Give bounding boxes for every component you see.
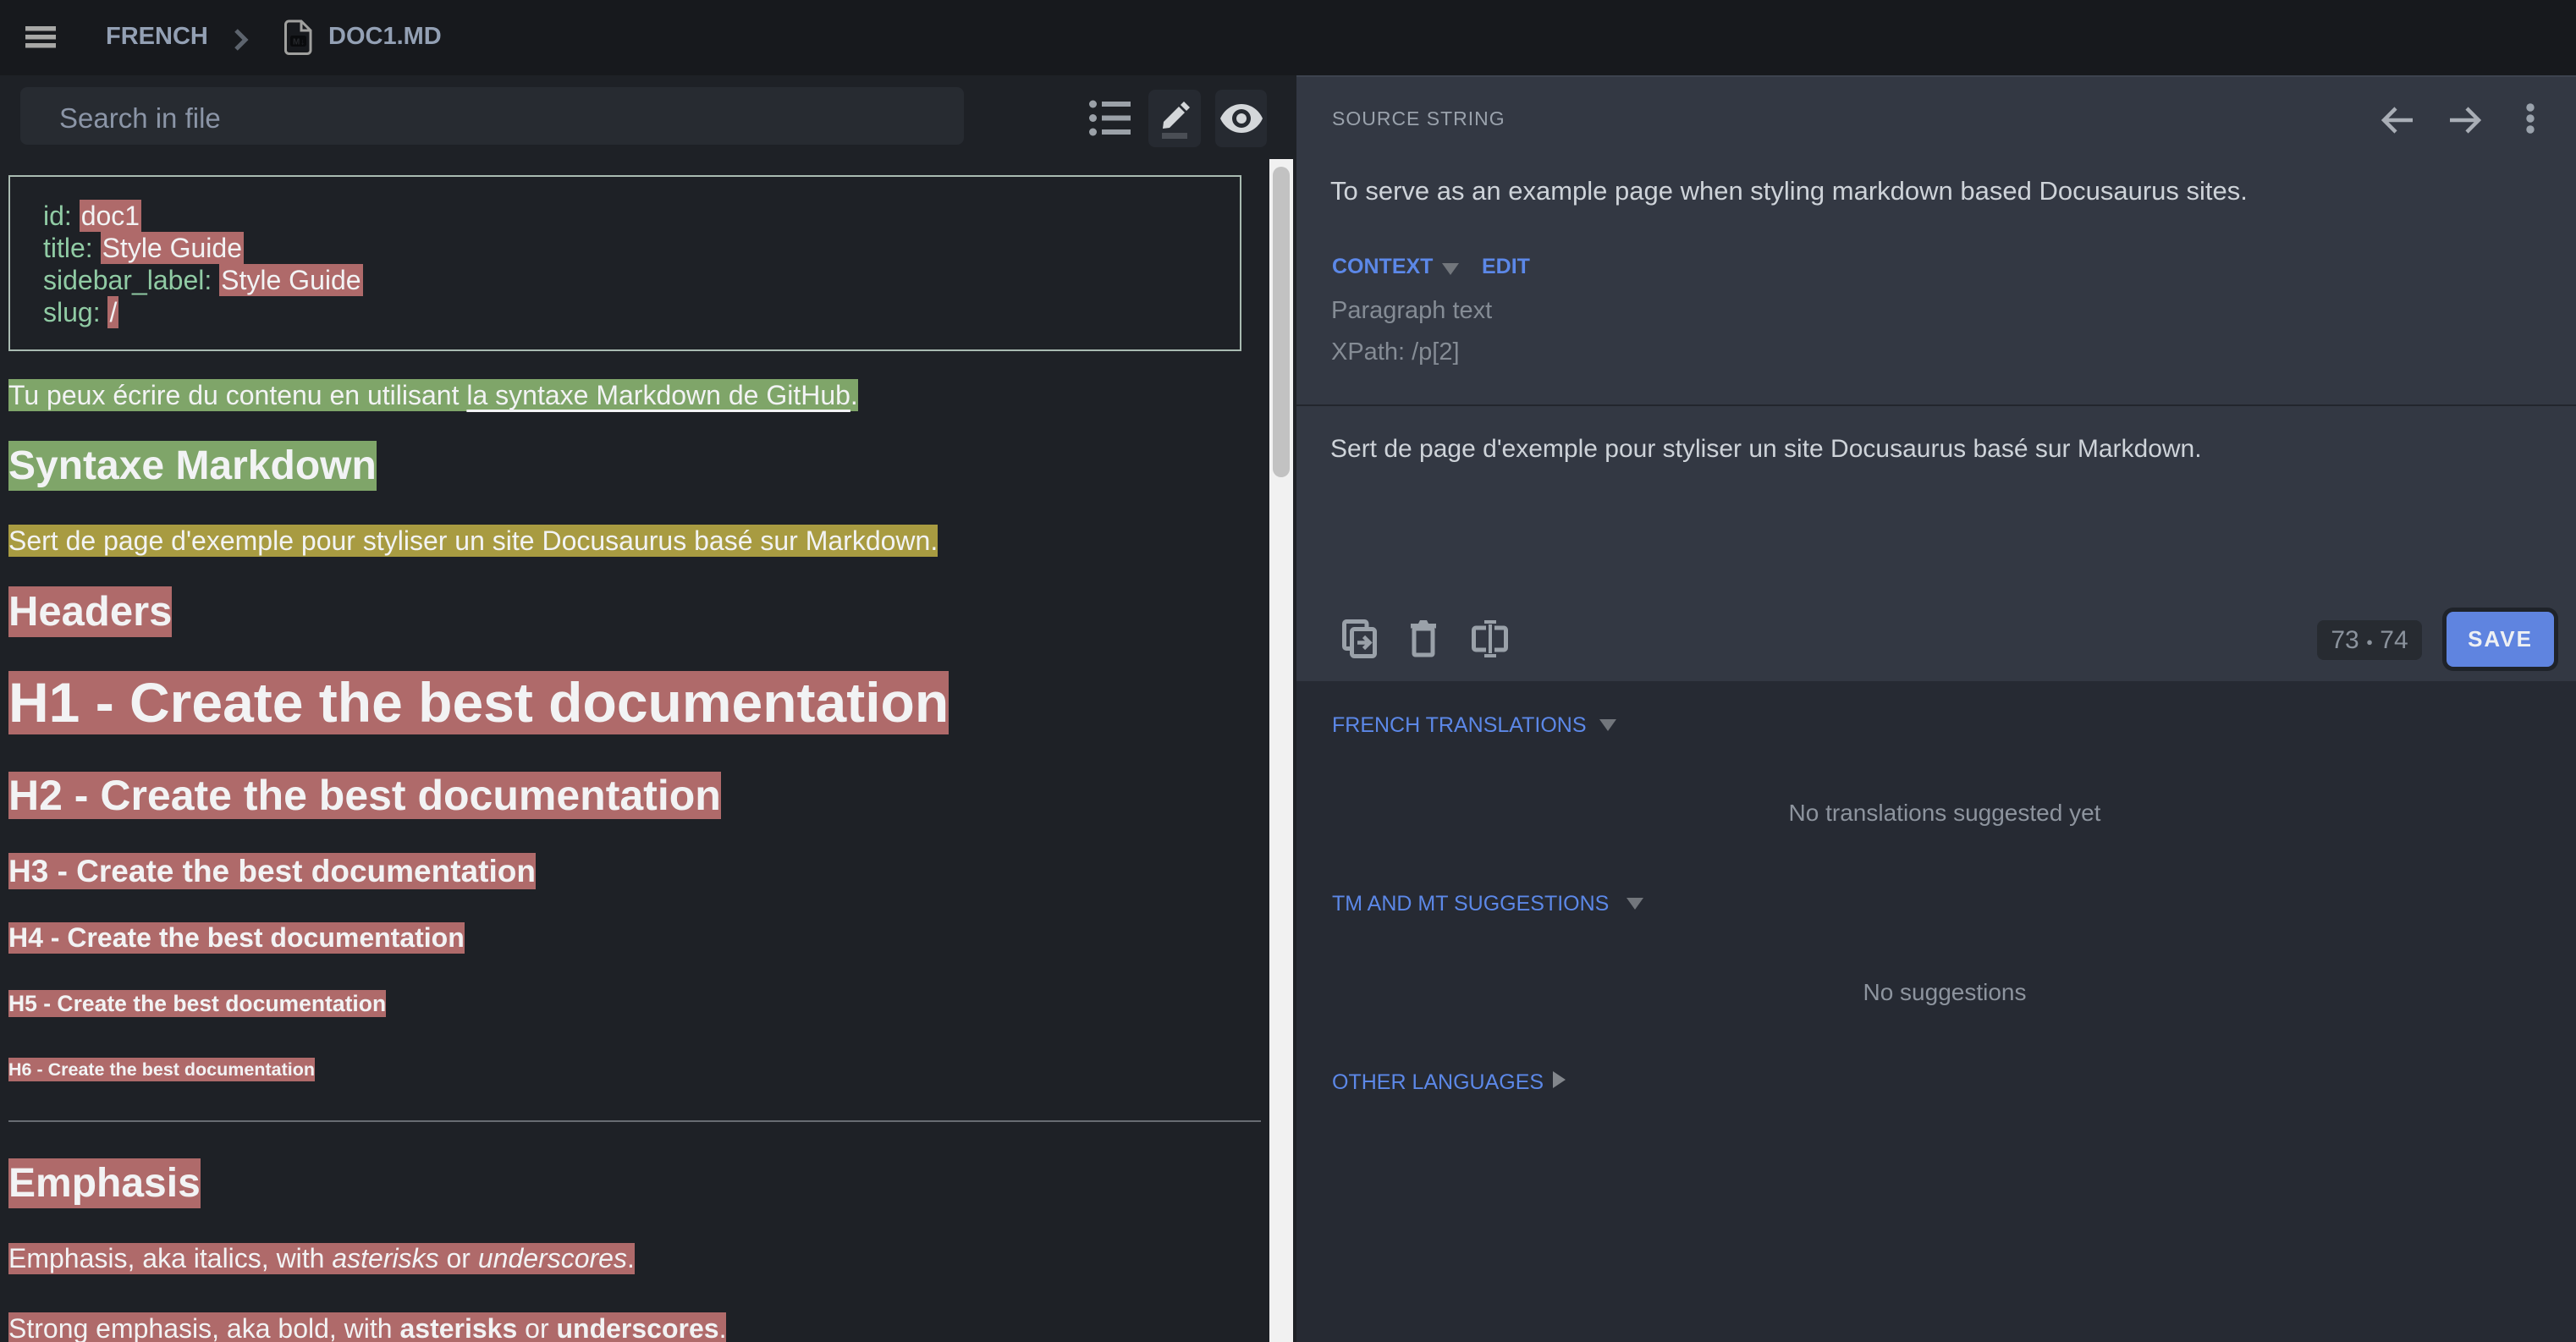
svg-text:↓: ↓ bbox=[300, 38, 305, 47]
svg-text:M: M bbox=[293, 38, 300, 47]
